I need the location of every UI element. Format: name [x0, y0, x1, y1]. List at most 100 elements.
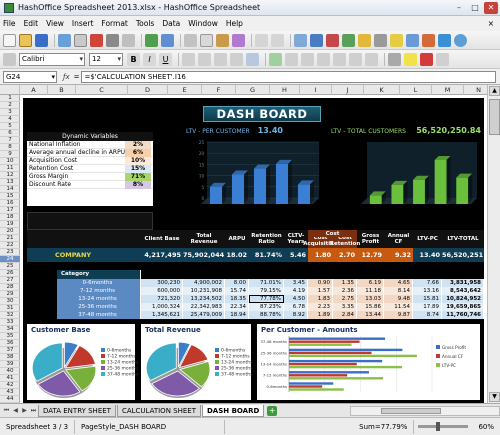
- redo-icon[interactable]: [271, 33, 284, 47]
- new-document-icon[interactable]: [3, 33, 16, 47]
- category-name[interactable]: 25-36 months: [57, 303, 141, 311]
- row-header[interactable]: 14: [0, 186, 20, 193]
- percent-format-icon[interactable]: [285, 52, 298, 66]
- row-header[interactable]: 32: [0, 312, 20, 319]
- formula-input[interactable]: =$'CALCULATION SHEET'.I16: [81, 70, 496, 83]
- category-value[interactable]: 3,831,958: [442, 279, 484, 287]
- column-header[interactable]: M: [432, 85, 464, 95]
- category-value[interactable]: 15.86: [357, 303, 384, 311]
- category-value[interactable]: 18.35: [225, 295, 249, 303]
- row-header[interactable]: 20: [0, 228, 20, 235]
- category-value[interactable]: 1.57: [308, 287, 333, 295]
- export-pdf-icon[interactable]: [90, 33, 103, 47]
- row-header[interactable]: 15: [0, 193, 20, 200]
- scroll-down-icon[interactable]: ▼: [489, 392, 500, 402]
- row-header[interactable]: 38: [0, 354, 20, 361]
- autospell-icon[interactable]: [161, 33, 174, 47]
- open-folder-icon[interactable]: [19, 33, 32, 47]
- row-header[interactable]: 7: [0, 137, 20, 144]
- email-icon[interactable]: [58, 33, 71, 47]
- category-value[interactable]: 13,234,502: [183, 295, 225, 303]
- category-name[interactable]: 37-48 months: [57, 311, 141, 319]
- category-value[interactable]: 3.45: [284, 279, 308, 287]
- category-value[interactable]: 3.35: [333, 303, 357, 311]
- category-value[interactable]: 79.15%: [249, 287, 284, 295]
- find-replace-icon[interactable]: [374, 33, 387, 47]
- menu-data[interactable]: Data: [162, 19, 180, 28]
- clone-formatting-icon[interactable]: [232, 33, 245, 47]
- menu-insert[interactable]: Insert: [72, 19, 94, 28]
- sort-ascending-icon[interactable]: [310, 33, 323, 47]
- category-value[interactable]: 4.50: [284, 295, 308, 303]
- row-header[interactable]: 21: [0, 235, 20, 242]
- zoom-icon[interactable]: [438, 33, 451, 47]
- category-value[interactable]: 7.66: [413, 279, 442, 287]
- toggle-grid-icon[interactable]: [436, 52, 449, 66]
- company-value[interactable]: 12.79: [357, 248, 384, 262]
- row-header[interactable]: 23: [0, 249, 20, 256]
- scroll-up-icon[interactable]: ▲: [489, 86, 500, 96]
- row-header[interactable]: 13: [0, 179, 20, 186]
- row-header[interactable]: 34: [0, 326, 20, 333]
- row-header[interactable]: 33: [0, 319, 20, 326]
- company-value[interactable]: 13.40: [413, 248, 442, 262]
- company-value[interactable]: 18.02: [225, 248, 249, 262]
- category-value[interactable]: 4,900,002: [183, 279, 225, 287]
- row-header[interactable]: 27: [0, 277, 20, 284]
- row-header[interactable]: 35: [0, 333, 20, 340]
- prev-sheet-icon[interactable]: ◀: [11, 406, 20, 416]
- category-value[interactable]: 88.78%: [249, 311, 284, 319]
- zoom-slider-handle[interactable]: [436, 422, 441, 431]
- help-icon[interactable]: [454, 33, 467, 47]
- column-header[interactable]: B: [48, 85, 76, 95]
- row-header[interactable]: 30: [0, 298, 20, 305]
- currency-format-icon[interactable]: [269, 52, 282, 66]
- row-header[interactable]: 25: [0, 263, 20, 270]
- row-header[interactable]: 4: [0, 116, 20, 123]
- vertical-scroll-thumb[interactable]: [489, 99, 500, 135]
- category-value[interactable]: 11,760,746: [442, 311, 484, 319]
- dynamic-variable-value[interactable]: 71%: [125, 173, 151, 181]
- navigator-icon[interactable]: [390, 33, 403, 47]
- last-sheet-icon[interactable]: ⏭: [29, 406, 38, 416]
- first-sheet-icon[interactable]: ⏮: [2, 406, 11, 416]
- merge-cells-icon[interactable]: [246, 52, 259, 66]
- category-value[interactable]: 18.94: [225, 311, 249, 319]
- category-value[interactable]: 4.65: [384, 279, 413, 287]
- row-header[interactable]: 24: [0, 256, 20, 263]
- name-box[interactable]: G24: [3, 70, 57, 83]
- row-header[interactable]: 44: [0, 396, 20, 403]
- align-right-icon[interactable]: [214, 52, 227, 66]
- spellcheck-icon[interactable]: [145, 33, 158, 47]
- category-value[interactable]: 11.54: [384, 303, 413, 311]
- menu-window[interactable]: Window: [188, 19, 218, 28]
- category-value[interactable]: 8.14: [384, 287, 413, 295]
- row-header[interactable]: 2: [0, 102, 20, 109]
- menu-format[interactable]: Format: [101, 19, 127, 28]
- formula-equals-icon[interactable]: =: [74, 73, 80, 81]
- category-value[interactable]: 6.78: [284, 303, 308, 311]
- category-value[interactable]: 10,231,908: [183, 287, 225, 295]
- row-header[interactable]: 28: [0, 284, 20, 291]
- category-value[interactable]: 9.48: [384, 295, 413, 303]
- row-header[interactable]: 17: [0, 207, 20, 214]
- category-value[interactable]: 1.83: [308, 295, 333, 303]
- category-value[interactable]: 87.23%: [249, 303, 284, 311]
- minimize-button[interactable]: –: [452, 2, 466, 14]
- company-value[interactable]: 5.46: [284, 248, 308, 262]
- row-header[interactable]: 26: [0, 270, 20, 277]
- row-header[interactable]: 39: [0, 361, 20, 368]
- menu-file[interactable]: File: [3, 19, 16, 28]
- category-value[interactable]: 71.01%: [249, 279, 284, 287]
- decrease-indent-icon[interactable]: [349, 52, 362, 66]
- dynamic-variable-value[interactable]: 15%: [125, 165, 151, 173]
- italic-icon[interactable]: I: [143, 52, 156, 66]
- category-value[interactable]: 77.78%: [249, 295, 284, 303]
- zoom-slider[interactable]: [418, 422, 469, 431]
- category-value[interactable]: 721,320: [141, 295, 183, 303]
- category-value[interactable]: 11.18: [357, 287, 384, 295]
- column-header[interactable]: J: [332, 85, 364, 95]
- row-header[interactable]: 29: [0, 291, 20, 298]
- font-name-select[interactable]: Calibri: [19, 52, 85, 66]
- category-value[interactable]: 8.92: [284, 311, 308, 319]
